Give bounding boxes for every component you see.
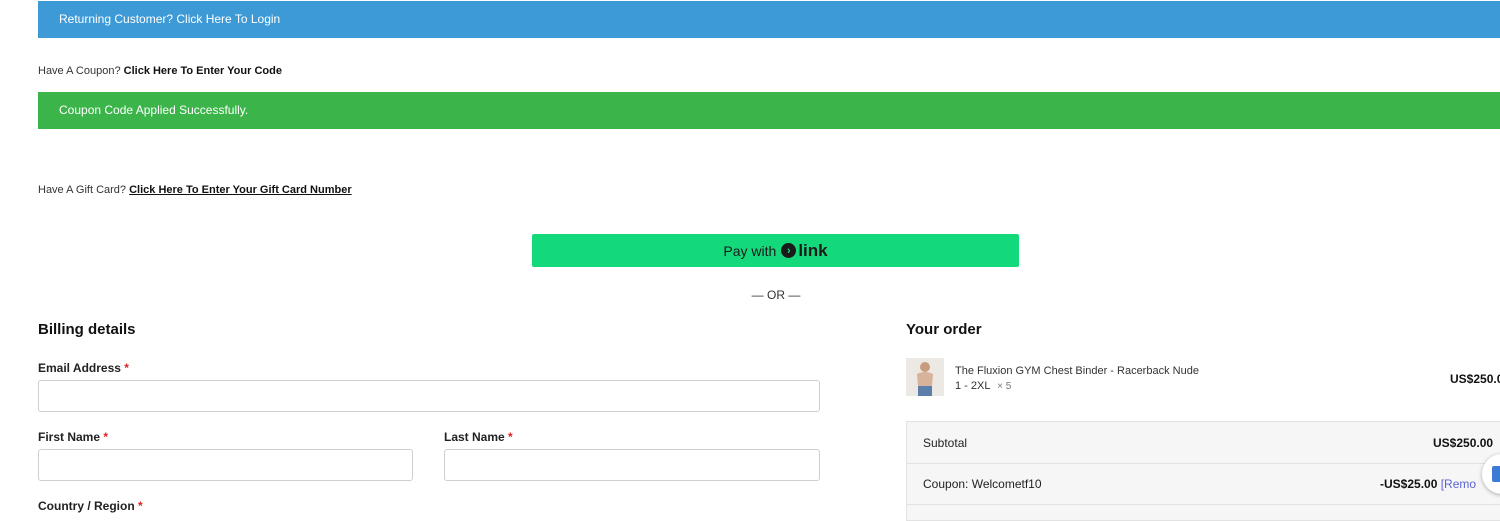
pay-with-link-button[interactable]: Pay with › link [532, 234, 1019, 267]
giftcard-prompt-text: Have A Gift Card? [38, 184, 127, 196]
coupon-label: Coupon: Welcometf10 [923, 477, 1042, 491]
required-mark: * [124, 361, 129, 375]
product-variant: 1 - 2XL [955, 380, 991, 392]
subtotal-value: US$250.00 [1433, 436, 1494, 450]
email-field[interactable] [38, 380, 820, 412]
country-label-text: Country / Region [38, 499, 135, 513]
link-brand-text: link [798, 240, 828, 260]
enter-coupon-link[interactable]: Click Here To Enter Your Code [124, 65, 282, 77]
email-label: Email Address * [38, 361, 129, 375]
product-meta: 1 - 2XL × 5 [955, 380, 1011, 392]
country-label: Country / Region * [38, 499, 143, 513]
order-title: Your order [906, 321, 982, 338]
required-mark: * [138, 499, 143, 513]
enter-giftcard-link[interactable]: Click Here To Enter Your Gift Card Numbe… [129, 184, 352, 196]
product-quantity: × 5 [997, 381, 1012, 392]
first-name-label: First Name * [38, 430, 108, 444]
remove-coupon-link[interactable]: [Remo [1441, 477, 1476, 491]
order-totals: Subtotal US$250.00 Coupon: Welcometf10 -… [906, 421, 1500, 521]
email-label-text: Email Address [38, 361, 121, 375]
last-name-label-text: Last Name [444, 430, 505, 444]
billing-title: Billing details [38, 321, 136, 338]
required-mark: * [103, 430, 109, 444]
coupon-value: -US$25.00 [1380, 477, 1438, 491]
required-mark: * [508, 430, 513, 444]
product-thumbnail [906, 358, 944, 396]
widget-icon [1492, 466, 1500, 482]
coupon-prompt: Have A Coupon? Click Here To Enter Your … [38, 65, 282, 77]
or-divider: — OR — [751, 288, 801, 302]
coupon-discount: -US$25.00 [Remo [1380, 477, 1476, 491]
product-price: US$250.0 [1450, 372, 1500, 386]
login-notice[interactable]: Returning Customer? Click Here To Login [38, 1, 1500, 38]
subtotal-label: Subtotal [923, 436, 968, 450]
product-name: The Fluxion GYM Chest Binder - Racerback… [955, 365, 1199, 377]
product-image [906, 358, 944, 396]
pay-with-label: Pay with [723, 242, 777, 259]
first-name-label-text: First Name [38, 430, 101, 444]
first-name-field[interactable] [38, 449, 413, 481]
coupon-row: Coupon: Welcometf10 -US$25.00 [Remo [907, 463, 1500, 505]
coupon-success-notice: Coupon Code Applied Successfully. [38, 92, 1500, 129]
giftcard-prompt: Have A Gift Card? Click Here To Enter Yo… [38, 184, 352, 196]
coupon-prompt-text: Have A Coupon? [38, 65, 121, 77]
last-name-label: Last Name * [444, 430, 513, 444]
subtotal-row: Subtotal US$250.00 [907, 422, 1500, 464]
link-logo: › link [781, 240, 828, 261]
link-arrow-icon: › [781, 243, 797, 258]
last-name-field[interactable] [444, 449, 820, 481]
